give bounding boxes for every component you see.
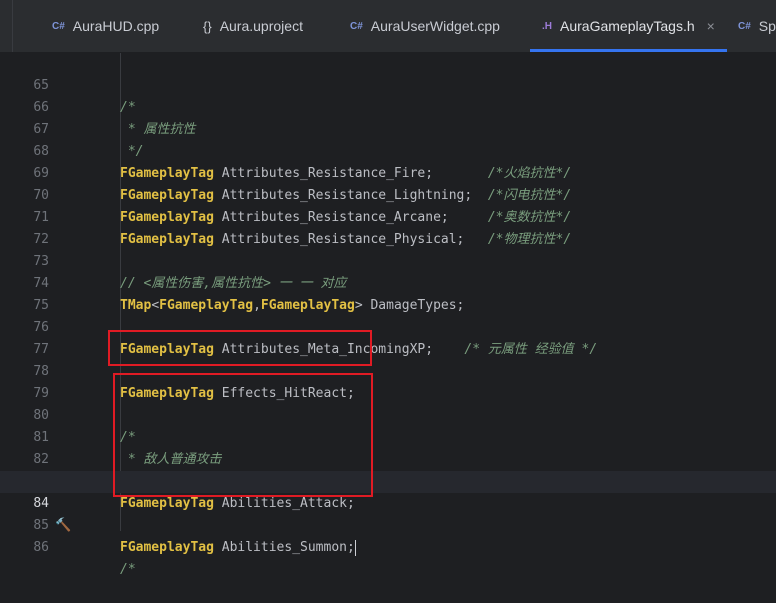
active-tab-indicator [530, 49, 727, 52]
text-cursor [354, 539, 356, 556]
tab-strip-edge [0, 0, 13, 52]
highlight-box-abilities [113, 373, 373, 497]
comment: /* [120, 562, 136, 577]
cpp-file-icon: C# [350, 20, 363, 32]
type-keyword: FGameplayTag [120, 540, 214, 555]
tab-overflow[interactable]: C# Spe [738, 0, 776, 52]
tab-aura-uproject[interactable]: {} Aura.uproject [203, 0, 303, 52]
code-line: 76 FGameplayTag Attributes_Meta_Incoming… [0, 295, 776, 357]
code-line: 68 FGameplayTag Attributes_Resistance_Fi… [0, 119, 776, 181]
code-line: 86 /* [0, 515, 776, 577]
identifier: Abilities_Summon; [213, 540, 355, 555]
header-file-icon: .H [542, 20, 552, 32]
tab-label: AuraUserWidget.cpp [370, 18, 500, 34]
tab-label: AuraGameplayTags.h [560, 18, 695, 34]
tab-aurauserwidget-cpp[interactable]: C# AuraUserWidget.cpp [350, 0, 500, 52]
code-editor[interactable]: 65 /* 66 * 属性抗性 67 */ 68 FGameplayTag At… [0, 53, 776, 577]
tab-label: AuraHUD.cpp [72, 18, 160, 34]
code-line: 74 TMap<FGameplayTag,FGameplayTag> Damag… [0, 251, 776, 313]
cpp-file-icon: C# [738, 20, 751, 32]
tab-auragameplaytags-h[interactable]: .H AuraGameplayTags.h × [530, 0, 727, 52]
code-line: 65 /* [0, 53, 776, 115]
code-line: 71 FGameplayTag Attributes_Resistance_Ph… [0, 185, 776, 247]
tab-label: Aura.uproject [219, 18, 303, 34]
tab-label: Spe [758, 18, 776, 34]
highlight-box-hitreact [108, 330, 372, 366]
json-file-icon: {} [203, 18, 212, 34]
line-number: 86 [33, 540, 49, 555]
code-line: 75 [0, 273, 776, 313]
code-line: 72 [0, 207, 776, 247]
code-line: 67 */ [0, 97, 776, 159]
editor-tab-bar: C# AuraHUD.cpp {} Aura.uproject C# AuraU… [0, 0, 776, 53]
code-line: 70 FGameplayTag Attributes_Resistance_Ar… [0, 163, 776, 225]
close-icon[interactable]: × [707, 18, 715, 34]
cpp-file-icon: C# [52, 20, 65, 32]
code-line: 69 FGameplayTag Attributes_Resistance_Li… [0, 141, 776, 203]
code-line: 66 * 属性抗性 [0, 75, 776, 137]
code-line: 73 // <属性伤害,属性抗性> 一 一 对应 [0, 229, 776, 291]
tab-aurahud-cpp[interactable]: C# AuraHUD.cpp [52, 0, 159, 52]
